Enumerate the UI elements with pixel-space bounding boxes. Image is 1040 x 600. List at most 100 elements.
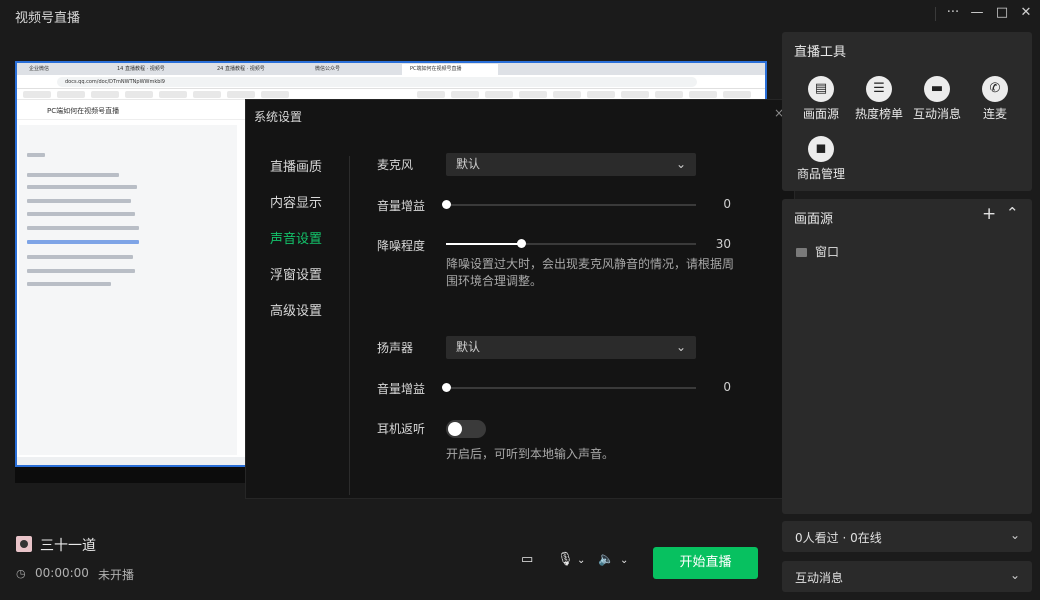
bookmark [125, 91, 153, 98]
noise-reduction-value: 30 [715, 237, 731, 251]
bookmark [621, 91, 649, 98]
doc-line [27, 282, 111, 286]
browser-address-bar: docs.qq.com/doc/DTmNWTNpWWmkbl9 [17, 75, 765, 89]
doc-line [27, 255, 133, 259]
chevron-up-icon[interactable]: ⌃ [1006, 204, 1019, 222]
doc-content [19, 125, 237, 455]
bookmark [227, 91, 255, 98]
bookmark [587, 91, 615, 98]
phone-icon: ✆ [982, 76, 1008, 102]
toggle-knob [448, 422, 462, 436]
document-icon: ▤ [808, 76, 834, 102]
more-icon[interactable]: ··· [941, 2, 965, 24]
start-live-button[interactable]: 开始直播 [653, 547, 758, 579]
bookmark [159, 91, 187, 98]
browser-tab: 微信公众号 [315, 66, 341, 72]
bookmark [723, 91, 751, 98]
browser-tab: 24 直播教程 · 视频号 [217, 66, 265, 72]
bookmark [91, 91, 119, 98]
bookmark [485, 91, 513, 98]
sources-title: 画面源 [794, 212, 834, 227]
speaker-select[interactable]: 默认 ⌄ [446, 336, 696, 359]
bag-icon: ◼ [808, 136, 834, 162]
tool-co-host[interactable]: ✆ 连麦 [965, 76, 1025, 122]
bookmark [417, 91, 445, 98]
maximize-button[interactable]: □ [990, 2, 1014, 24]
chevron-down-icon[interactable]: ⌄ [620, 555, 628, 566]
clock-icon: ◷ [16, 567, 26, 580]
source-item-window[interactable]: 窗口 [796, 243, 839, 260]
speaker-gain-slider[interactable] [442, 383, 696, 392]
minimize-button[interactable]: — [965, 2, 989, 24]
doc-line [27, 199, 131, 203]
tool-video-source[interactable]: ▤ 画面源 [791, 76, 851, 122]
microphone-value: 默认 [456, 157, 481, 171]
live-tools-panel: 直播工具 ▤ 画面源 ☰ 热度榜单 ▬ 互动消息 ✆ 连麦 ◼ 商品管理 [782, 32, 1032, 191]
earback-label: 耳机返听 [377, 422, 426, 436]
noise-reduction-slider[interactable] [446, 239, 696, 248]
add-source-icon[interactable]: + [982, 204, 996, 224]
video-sources-panel: 画面源 + ⌃ 窗口 [782, 199, 1032, 514]
microphone-icon[interactable]: 🎙 [557, 552, 574, 567]
tool-label: 连麦 [982, 107, 1007, 121]
chevron-down-icon: ⌄ [1009, 528, 1020, 542]
browser-tabs: 企业微信 14 直播教程 · 视频号 24 直播教程 · 视频号 微信公众号 P… [17, 63, 765, 75]
tool-label: 商品管理 [796, 167, 845, 181]
doc-line [27, 185, 137, 189]
screen-rotate-icon[interactable]: ▭ [521, 552, 533, 567]
nav-divider [349, 156, 350, 495]
browser-tab: 14 直播教程 · 视频号 [117, 66, 165, 72]
bookmark [519, 91, 547, 98]
nav-item-advanced[interactable]: 高级设置 [270, 300, 322, 319]
doc-line [27, 153, 45, 157]
slider-fill [446, 243, 521, 245]
doc-line [27, 226, 139, 230]
window-icon [796, 248, 807, 257]
app-window: 视频号直播 ··· — □ ✕ 企业微信 14 直播教程 · 视频号 24 直播… [0, 0, 1040, 600]
app-title: 视频号直播 [15, 11, 81, 26]
chevron-down-icon[interactable]: ⌄ [577, 555, 585, 566]
tool-label: 互动消息 [912, 107, 961, 121]
viewers-bar[interactable]: 0人看过 · 0在线 ⌄ [782, 521, 1032, 552]
interaction-bar[interactable]: 互动消息 ⌄ [782, 561, 1032, 592]
tool-interactive-messages[interactable]: ▬ 互动消息 [907, 76, 967, 122]
interaction-text: 互动消息 [795, 571, 844, 585]
nav-item-sound-settings[interactable]: 声音设置 [270, 228, 322, 247]
nav-item-content-display[interactable]: 内容显示 [270, 192, 322, 211]
speaker-icon[interactable]: 🔈 [598, 552, 614, 567]
nav-item-floating-window[interactable]: 浮窗设置 [270, 264, 322, 283]
speaker-value: 默认 [456, 340, 481, 354]
bookmark [451, 91, 479, 98]
bookmark [553, 91, 581, 98]
close-button[interactable]: ✕ [1014, 2, 1038, 24]
user-name: 三十一道 [40, 538, 96, 554]
tool-product-management[interactable]: ◼ 商品管理 [791, 136, 851, 182]
speaker-gain-value: 0 [723, 380, 731, 394]
microphone-label: 麦克风 [377, 158, 414, 172]
slider-handle[interactable] [517, 239, 526, 248]
bookmark [57, 91, 85, 98]
title-bar: 视频号直播 ··· — □ ✕ [0, 0, 1040, 32]
speaker-gain-label: 音量增益 [377, 382, 426, 396]
mic-gain-slider[interactable] [442, 200, 696, 209]
chevron-down-icon: ⌄ [1009, 568, 1020, 582]
mic-gain-value: 0 [723, 197, 731, 211]
bookmark [689, 91, 717, 98]
live-duration: 00:00:00 [35, 566, 89, 580]
avatar [16, 536, 32, 552]
chevron-down-icon: ⌄ [675, 157, 686, 171]
slider-handle[interactable] [442, 383, 451, 392]
chat-icon: ▬ [924, 76, 950, 102]
live-status: 未开播 [98, 568, 135, 582]
tool-hot-ranking[interactable]: ☰ 热度榜单 [849, 76, 909, 122]
microphone-select[interactable]: 默认 ⌄ [446, 153, 696, 176]
chevron-down-icon: ⌄ [675, 340, 686, 354]
browser-url: docs.qq.com/doc/DTmNWTNpWWmkbl9 [57, 77, 697, 87]
nav-item-quality[interactable]: 直播画质 [270, 156, 322, 175]
doc-link-line [27, 240, 139, 244]
earback-toggle[interactable] [446, 420, 486, 438]
doc-title: PC端如何在视频号直播 [47, 107, 120, 115]
noise-reduction-label: 降噪程度 [377, 239, 426, 253]
bookmark [23, 91, 51, 98]
slider-handle[interactable] [442, 200, 451, 209]
